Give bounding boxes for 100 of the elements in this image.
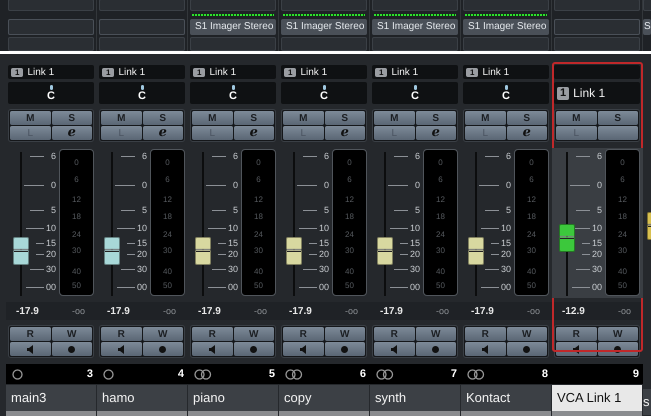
edit-button[interactable]: e [416,126,456,140]
record-button[interactable] [142,342,183,356]
pan-control[interactable]: C [190,82,276,104]
channel-name[interactable]: VCA Link 1 [552,385,642,411]
mute-button[interactable]: M [192,111,232,125]
read-button[interactable]: R [101,327,142,341]
insert-slot[interactable]: S1 Imager Stereo [372,19,458,35]
fader-handle[interactable] [559,224,575,252]
edit-button[interactable]: e [234,126,274,140]
meter-scale-label: 24 [435,230,446,239]
insert-slot[interactable]: S1 Imager Stereo [281,19,367,35]
read-button[interactable]: R [283,327,324,341]
link-slot[interactable]: 1 Link 1 [281,65,367,79]
insert-slot[interactable]: S1 Imager Stereo [463,19,549,35]
meter-scale-label: 50 [162,282,173,290]
channel-name[interactable]: piano [188,385,278,411]
record-button[interactable] [234,342,274,356]
insert-slot[interactable]: S1 Imager Stereo [190,19,276,35]
speaker-button[interactable] [374,342,414,356]
fader-scale-label: 0 [50,181,56,190]
meter-scale-label: 24 [253,230,264,239]
meter-scale-label: 30 [162,247,173,256]
write-button[interactable]: W [142,327,183,341]
solo-button[interactable]: S [142,111,183,125]
solo-button[interactable]: S [598,111,638,125]
meter-scale-label: 30 [526,247,537,256]
fader-scale-label: 20 [136,250,147,260]
mute-button[interactable]: M [101,111,142,125]
peak-reading: -oo [72,306,85,316]
solo-button[interactable]: S [324,111,365,125]
peak-reading: -oo [526,306,540,316]
pan-control[interactable]: C [281,82,367,104]
solo-button[interactable]: S [234,111,274,125]
write-button[interactable]: W [598,327,638,341]
solo-button[interactable]: S [416,111,456,125]
edit-button[interactable]: e [142,126,183,140]
fader-handle[interactable] [13,237,29,266]
pan-value: C [502,90,510,102]
meter-scale-label: 40 [71,268,82,276]
record-button[interactable] [506,342,547,356]
mute-button[interactable]: M [10,111,50,125]
read-button[interactable]: R [556,327,596,341]
edit-button[interactable]: e [52,126,92,140]
solo-button[interactable]: S [506,111,547,125]
channel-number: 5 [268,368,275,380]
pan-control[interactable]: C [8,82,94,104]
edit-button[interactable]: e [506,126,547,140]
mute-button[interactable]: M [283,111,324,125]
edit-button[interactable]: e [324,126,365,140]
link-slot[interactable]: 1 Link 1 [372,65,458,79]
write-button[interactable]: W [506,327,547,341]
write-button[interactable]: W [416,327,456,341]
read-button[interactable]: R [465,327,506,341]
pan-control[interactable]: C [99,82,185,104]
fader-handle[interactable] [468,237,484,266]
read-button[interactable]: R [192,327,232,341]
peak-reading: -oo [254,306,267,316]
channel-number: 3 [86,368,93,380]
insert-slot[interactable]: S [643,19,651,35]
fader-handle[interactable] [104,237,120,266]
fader-scale-label: 00 [500,283,511,292]
fader-handle[interactable] [286,237,302,266]
speaker-button[interactable] [192,342,232,356]
record-button[interactable] [52,342,92,356]
fader-handle[interactable] [195,237,211,266]
channel-name[interactable]: synth [370,385,460,411]
read-button[interactable]: R [374,327,414,341]
link-slot[interactable]: 1 Link 1 [99,65,185,79]
solo-button[interactable]: S [52,111,92,125]
record-button[interactable] [416,342,456,356]
mute-button[interactable]: M [556,111,596,125]
pan-value: C [320,90,328,102]
fader-handle[interactable] [377,237,393,266]
dot-icon [614,346,622,352]
speaker-button[interactable] [465,342,506,356]
link-slot[interactable]: 1 Link 1 [463,65,549,79]
fader-scale-label: 10 [44,224,56,234]
pan-value: C [229,90,237,102]
write-button[interactable]: W [52,327,92,341]
pan-control[interactable]: C [372,82,458,104]
write-button[interactable]: W [324,327,365,341]
pan-control[interactable]: C [463,82,549,104]
write-button[interactable]: W [234,327,274,341]
mute-button[interactable]: M [465,111,506,125]
channel-name[interactable]: Kontact [461,385,551,411]
speaker-button[interactable] [283,342,324,356]
fader-scale-label: 5 [504,206,511,215]
channel-name[interactable]: copy [279,385,369,411]
read-button[interactable]: R [10,327,50,341]
channel-name[interactable]: main3 [6,385,96,411]
mute-button[interactable]: M [374,111,414,125]
speaker-button[interactable] [101,342,142,356]
link-slot[interactable]: 1 Link 1 [190,65,276,79]
channel-name[interactable]: hamo [97,385,187,411]
link-slot[interactable]: 1 Link 1 [8,65,94,79]
record-button[interactable] [324,342,365,356]
fader-scale-label: 15 [136,238,147,248]
speaker-button[interactable] [10,342,50,356]
meter-scale-label: 0 [255,158,262,167]
channel-name[interactable]: s [643,389,651,415]
